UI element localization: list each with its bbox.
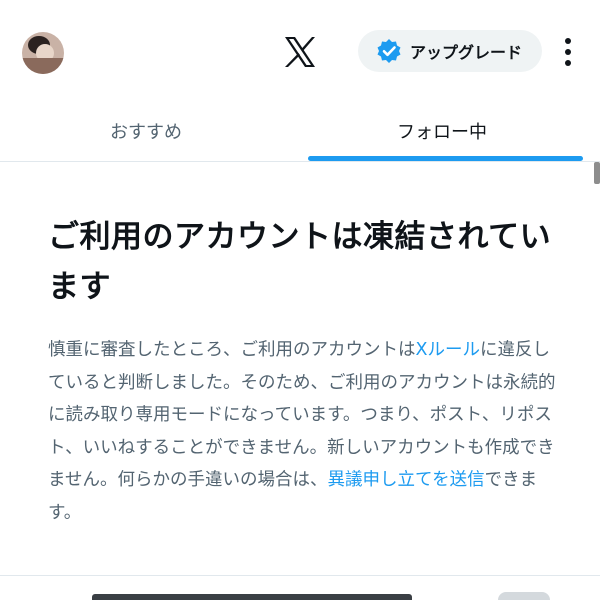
notice-title: ご利用のアカウントは凍結されています [48,219,552,305]
more-dot [565,49,571,55]
top-header: アップグレード [0,0,600,100]
active-tab-indicator [308,156,583,161]
x-logo-icon[interactable] [283,36,317,68]
notice-body: 慎重に審査したところ、ご利用のアカウントはXルールに違反していると判断しました。… [48,334,558,529]
more-options-icon[interactable] [558,36,578,68]
scrollbar-thumb[interactable] [594,162,600,184]
tab-label: フォロー中 [397,121,487,143]
notice-body-part: に違反していると判断しました。そのため、ご利用のアカウントは永続的に読み取り専用… [48,340,556,490]
post-action-pill [498,592,550,600]
profile-avatar[interactable] [22,32,64,74]
timeline-tabs: おすすめ フォロー中 [0,100,600,162]
tab-label: おすすめ [110,121,182,143]
upgrade-button[interactable]: アップグレード [358,30,542,72]
notice-body-part: 慎重に審査したところ、ご利用のアカウントは [48,340,416,360]
submit-appeal-link[interactable]: 異議申し立てを送信 [327,470,484,490]
avatar-body [22,58,64,74]
post-author-line [92,594,412,600]
tab-for-you[interactable]: おすすめ [0,100,292,161]
more-dot [565,38,571,44]
verified-badge-icon [377,39,401,63]
x-rules-link[interactable]: Xルール [416,340,481,360]
more-dot [565,60,571,66]
next-post-preview[interactable] [0,576,600,600]
upgrade-label: アップグレード [410,43,523,62]
tab-following[interactable]: フォロー中 [292,100,592,161]
suspension-notice: ご利用のアカウントは凍結されています 慎重に審査したところ、ご利用のアカウントは… [48,212,558,529]
